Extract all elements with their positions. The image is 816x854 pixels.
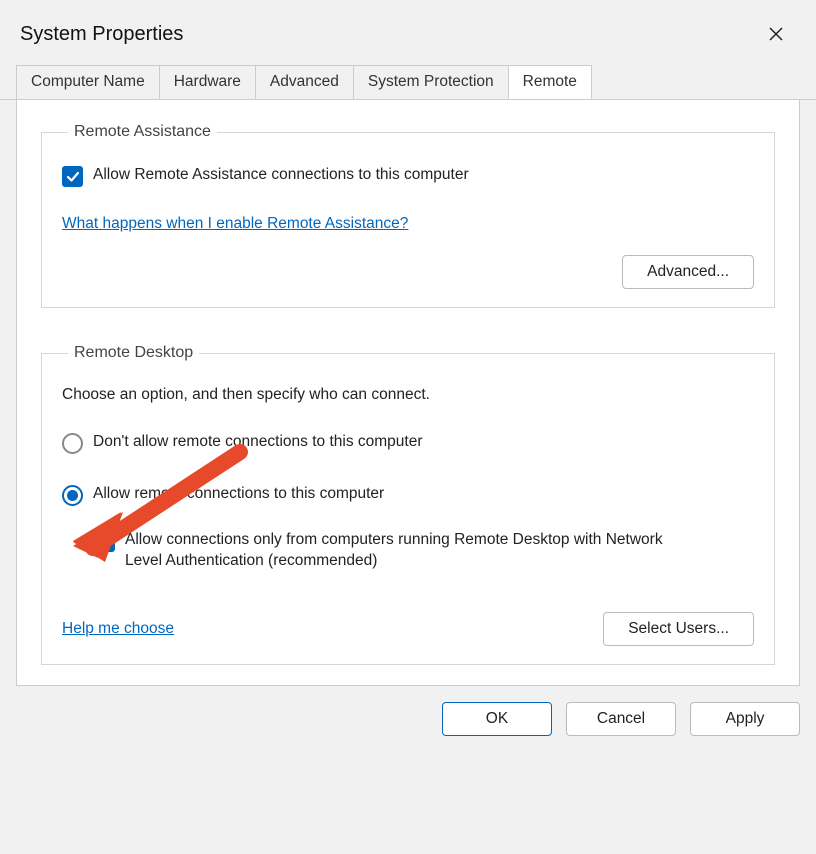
ok-button[interactable]: OK [442,702,552,736]
nla-checkbox[interactable] [94,531,115,552]
help-me-choose-link[interactable]: Help me choose [62,620,174,638]
close-button[interactable] [756,18,796,50]
remote-assistance-legend: Remote Assistance [68,123,217,141]
remote-assistance-advanced-button[interactable]: Advanced... [622,255,754,289]
remote-desktop-description: Choose an option, and then specify who c… [62,386,754,404]
tab-remote[interactable]: Remote [508,65,592,99]
tab-advanced[interactable]: Advanced [255,65,354,99]
remote-assistance-group: Remote Assistance Allow Remote Assistanc… [41,123,775,308]
nla-label: Allow connections only from computers ru… [125,530,685,572]
tab-content-remote: Remote Assistance Allow Remote Assistanc… [16,99,800,686]
remote-desktop-legend: Remote Desktop [68,344,199,362]
select-users-button[interactable]: Select Users... [603,612,754,646]
tab-system-protection[interactable]: System Protection [353,65,509,99]
window-title: System Properties [20,23,183,46]
allow-remote-assistance-checkbox[interactable] [62,166,83,187]
cancel-button[interactable]: Cancel [566,702,676,736]
tab-hardware[interactable]: Hardware [159,65,256,99]
radio-allow-remote[interactable] [62,485,83,506]
allow-remote-assistance-label: Allow Remote Assistance connections to t… [93,165,469,186]
close-icon [769,27,783,41]
radio-deny-remote[interactable] [62,433,83,454]
tab-computer-name[interactable]: Computer Name [16,65,160,99]
tab-bar: Computer Name Hardware Advanced System P… [0,65,816,100]
remote-desktop-group: Remote Desktop Choose an option, and the… [41,344,775,665]
dialog-footer: OK Cancel Apply [0,702,816,754]
radio-allow-remote-label: Allow remote connections to this compute… [93,484,384,505]
what-happens-link[interactable]: What happens when I enable Remote Assist… [62,215,408,232]
radio-deny-remote-label: Don't allow remote connections to this c… [93,432,422,453]
apply-button[interactable]: Apply [690,702,800,736]
